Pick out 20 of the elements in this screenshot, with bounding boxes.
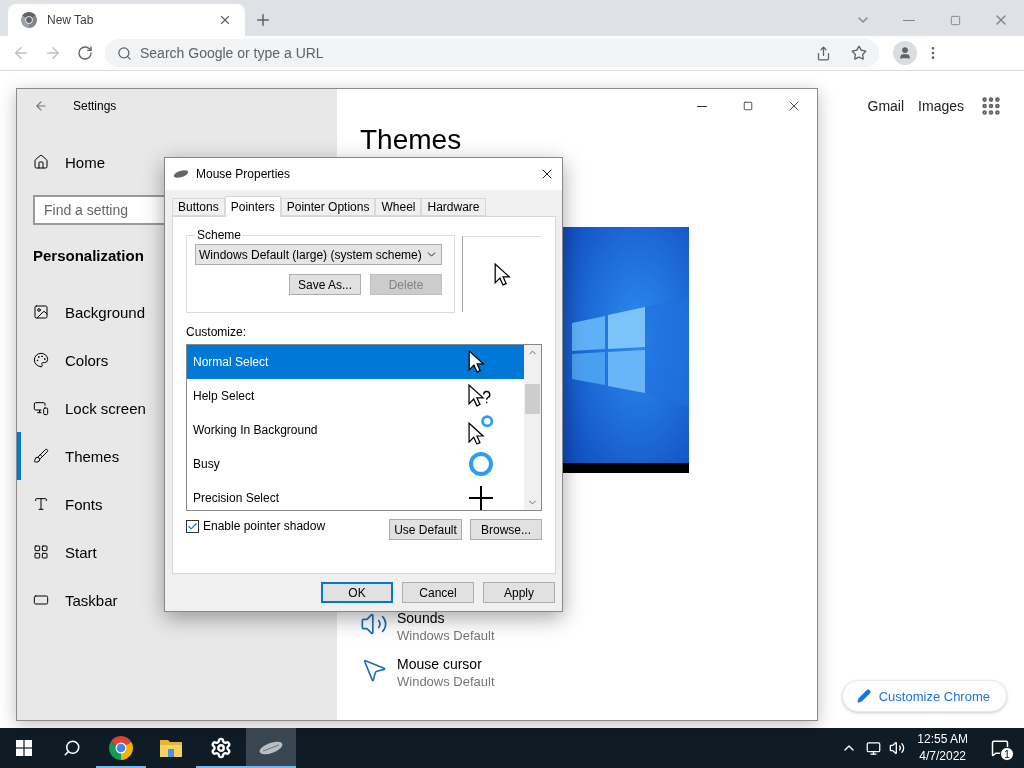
tab-title: New Tab bbox=[47, 13, 95, 27]
window-title: Settings bbox=[73, 99, 117, 113]
cursor-name: Working In Background bbox=[193, 423, 318, 437]
dialog-title: Mouse Properties bbox=[196, 167, 291, 181]
notification-count: 1 bbox=[1000, 747, 1014, 761]
section-heading: Personalization bbox=[33, 247, 144, 264]
clock-time: 12:55 AM bbox=[917, 731, 968, 748]
cursor-name: Precision Select bbox=[193, 491, 280, 505]
setting-value: Windows Default bbox=[397, 674, 495, 689]
page-heading: Themes bbox=[360, 125, 462, 155]
clock-date: 4/7/2022 bbox=[919, 748, 966, 765]
setting-title: Sounds bbox=[397, 610, 446, 626]
group-label: Scheme bbox=[196, 228, 243, 242]
cursor-name: Normal Select bbox=[193, 355, 269, 369]
setting-title: Mouse cursor bbox=[397, 656, 483, 672]
setting-value: Windows Default bbox=[397, 628, 495, 643]
customize-label: Customize: bbox=[186, 325, 247, 339]
cursor-name: Help Select bbox=[193, 389, 255, 403]
address-placeholder: Search Google or type a URL bbox=[140, 45, 325, 61]
cursor-name: Busy bbox=[193, 457, 220, 471]
